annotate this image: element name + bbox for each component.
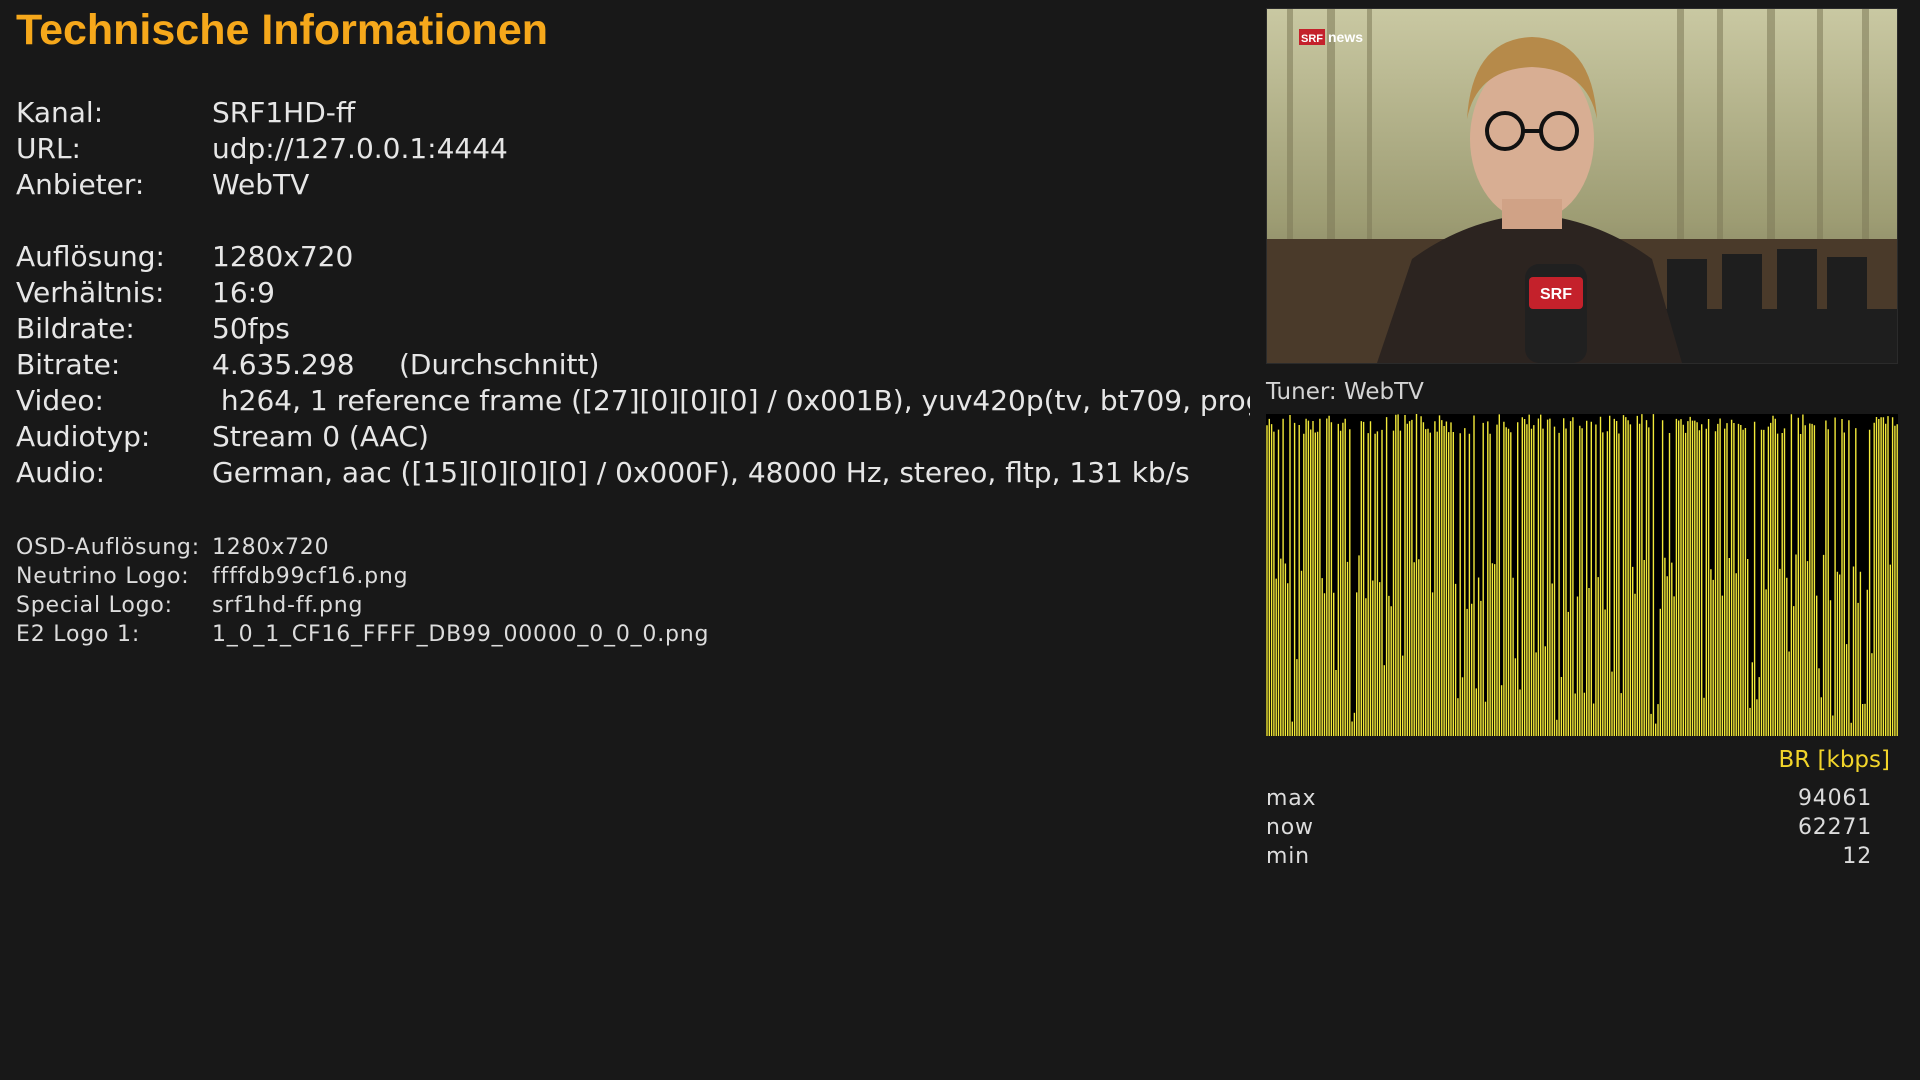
video-label: Video:: [16, 383, 104, 417]
neutrino-logo-label: Neutrino Logo:: [16, 564, 190, 589]
video-row: Video: h264, 1 reference frame ([27][0][…: [16, 382, 1250, 418]
url-row: URL: udp://127.0.0.1:4444: [16, 130, 1250, 166]
osd-resolution-row: OSD-Auflösung: 1280x720: [16, 533, 709, 562]
bitrate-max-label: max: [1266, 786, 1317, 811]
channel-badge: SRF: [1301, 33, 1323, 45]
special-logo-label: Special Logo:: [16, 593, 173, 618]
url-label: URL:: [16, 131, 81, 165]
tuner-label: Tuner: WebTV: [1266, 379, 1424, 405]
provider-row: Anbieter: WebTV: [16, 166, 1250, 202]
neutrino-logo-row: Neutrino Logo: ffffdb99cf16.png: [16, 562, 709, 591]
bitrate-now-label: now: [1266, 815, 1314, 840]
page-title: Technische Informationen: [16, 6, 548, 54]
stream-info-block: Auflösung: 1280x720 Verhältnis: 16:9 Bil…: [16, 238, 1250, 490]
audiotype-value: Stream 0 (AAC): [212, 419, 429, 453]
provider-value: WebTV: [212, 167, 310, 201]
bitrate-row: Bitrate: 4.635.298 (Durchschnitt): [16, 346, 1250, 382]
resolution-row: Auflösung: 1280x720: [16, 238, 1250, 274]
audiotype-row: Audiotyp: Stream 0 (AAC): [16, 418, 1250, 454]
bitrate-max-row: max 94061: [1266, 784, 1872, 813]
bitrate-min-label: min: [1266, 844, 1310, 869]
bitrate-graph-canvas: [1266, 414, 1898, 736]
mic-label: SRF: [1540, 286, 1572, 303]
channel-label: Kanal:: [16, 95, 104, 129]
special-logo-row: Special Logo: srf1hd-ff.png: [16, 591, 709, 620]
resolution-value: 1280x720: [212, 239, 354, 273]
osd-resolution-value: 1280x720: [212, 535, 330, 560]
neutrino-logo-value: ffffdb99cf16.png: [212, 564, 409, 589]
channel-info-block: Kanal: SRF1HD-ff URL: udp://127.0.0.1:44…: [16, 94, 1250, 202]
special-logo-value: srf1hd-ff.png: [212, 593, 364, 618]
e2-logo-row: E2 Logo 1: 1_0_1_CF16_FFFF_DB99_00000_0_…: [16, 620, 709, 649]
audio-label: Audio:: [16, 455, 106, 489]
bitrate-min-value: 12: [1842, 844, 1872, 869]
aspect-value: 16:9: [212, 275, 275, 309]
framerate-row: Bildrate: 50fps: [16, 310, 1250, 346]
audio-value: German, aac ([15][0][0][0] / 0x000F), 48…: [212, 455, 1190, 489]
e2-logo-value: 1_0_1_CF16_FFFF_DB99_00000_0_0_0.png: [212, 622, 710, 647]
bitrate-now-row: now 62271: [1266, 813, 1872, 842]
aspect-label: Verhältnis:: [16, 275, 165, 309]
bitrate-min-row: min 12: [1266, 842, 1872, 871]
framerate-label: Bildrate:: [16, 311, 135, 345]
channel-row: Kanal: SRF1HD-ff: [16, 94, 1250, 130]
osd-resolution-label: OSD-Auflösung:: [16, 535, 200, 560]
provider-label: Anbieter:: [16, 167, 145, 201]
audiotype-label: Audiotyp:: [16, 419, 151, 453]
bitrate-label: Bitrate:: [16, 347, 121, 381]
video-value: h264, 1 reference frame ([27][0][0][0] /…: [220, 383, 1250, 417]
channel-name: news: [1328, 29, 1363, 45]
e2-logo-label: E2 Logo 1:: [16, 622, 141, 647]
bitrate-max-value: 94061: [1798, 786, 1872, 811]
bitrate-unit-label: BR [kbps]: [1778, 747, 1890, 773]
bitrate-graph: [1266, 414, 1898, 736]
bitrate-stats: max 94061 now 62271 min 12: [1266, 784, 1872, 871]
channel-value: SRF1HD-ff: [212, 95, 356, 129]
video-frame-image: SRF SRF news: [1267, 9, 1897, 363]
bitrate-now-value: 62271: [1798, 815, 1872, 840]
framerate-value: 50fps: [212, 311, 290, 345]
url-value: udp://127.0.0.1:4444: [212, 131, 508, 165]
logo-info-block: OSD-Auflösung: 1280x720 Neutrino Logo: f…: [16, 533, 709, 649]
bitrate-value: 4.635.298 (Durchschnitt): [212, 347, 600, 381]
resolution-label: Auflösung:: [16, 239, 165, 273]
aspect-row: Verhältnis: 16:9: [16, 274, 1250, 310]
video-preview: SRF SRF news: [1266, 8, 1898, 364]
audio-row: Audio: German, aac ([15][0][0][0] / 0x00…: [16, 454, 1250, 490]
